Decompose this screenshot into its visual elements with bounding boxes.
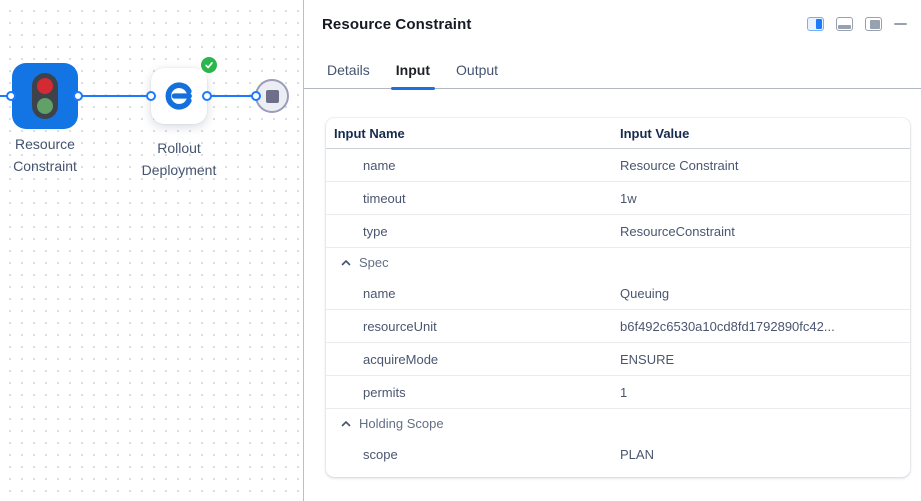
group-label: Holding Scope — [359, 416, 444, 431]
input-value-cell: Queuing — [620, 286, 910, 301]
rollout-icon — [164, 81, 194, 111]
input-name-cell: timeout — [326, 191, 620, 206]
table-row: permits1 — [326, 376, 910, 409]
minimize-button[interactable] — [894, 23, 907, 26]
traffic-light-green — [37, 98, 53, 114]
layout-split-right-button[interactable] — [807, 17, 824, 31]
layout-modal-button[interactable] — [865, 17, 882, 31]
input-name-cell: resourceUnit — [326, 319, 620, 334]
input-table-body: nameResource Constrainttimeout1wtypeReso… — [326, 149, 910, 471]
input-value-cell: b6f492c6530a10cd8fd1792890fc42... — [620, 319, 910, 334]
table-header-row: Input Name Input Value — [326, 118, 910, 149]
node-label-rollout-deployment: Rollout Deployment — [131, 137, 227, 181]
input-table: Input Name Input Value nameResource Cons… — [326, 118, 910, 477]
table-row: scopePLAN — [326, 438, 910, 471]
table-group-row[interactable]: Spec — [326, 248, 910, 277]
input-value-cell: 1 — [620, 385, 910, 400]
table-row: nameResource Constraint — [326, 149, 910, 182]
column-input-name: Input Name — [326, 126, 620, 141]
success-check-icon — [199, 55, 219, 75]
workflow-canvas[interactable]: Resource Constraint Rollout Deployment — [0, 0, 303, 501]
node-resource-constraint[interactable] — [12, 63, 78, 129]
tab-output[interactable]: Output — [456, 62, 498, 88]
window-controls — [807, 17, 907, 31]
input-value-cell: Resource Constraint — [620, 158, 910, 173]
input-name-cell: scope — [326, 447, 620, 462]
node-rollout-deployment[interactable] — [151, 68, 207, 124]
layout-bottom-button[interactable] — [836, 17, 853, 31]
input-name-cell: acquireMode — [326, 352, 620, 367]
connector-dot[interactable] — [6, 91, 16, 101]
connector-dot[interactable] — [146, 91, 156, 101]
workflow-editor-screen: Resource Constraint Rollout Deployment R… — [0, 0, 921, 501]
table-row: acquireModeENSURE — [326, 343, 910, 376]
tab-input[interactable]: Input — [396, 62, 430, 88]
connector-dot[interactable] — [251, 91, 261, 101]
input-name-cell: name — [326, 158, 620, 173]
traffic-light-red — [37, 78, 53, 94]
table-row: timeout1w — [326, 182, 910, 215]
tab-details[interactable]: Details — [327, 62, 370, 88]
panel-header: Resource Constraint — [304, 0, 921, 48]
panel-title: Resource Constraint — [322, 16, 471, 33]
tab-bar: Details Input Output — [304, 62, 921, 89]
table-row: typeResourceConstraint — [326, 215, 910, 248]
details-panel: Resource Constraint Details Input Output… — [304, 0, 921, 501]
input-value-cell: 1w — [620, 191, 910, 206]
connector-dot[interactable] — [73, 91, 83, 101]
group-label: Spec — [359, 255, 389, 270]
input-name-cell: permits — [326, 385, 620, 400]
chevron-up-icon[interactable] — [340, 257, 352, 269]
input-value-cell: ResourceConstraint — [620, 224, 910, 239]
panel-divider — [303, 0, 304, 501]
input-value-cell: ENSURE — [620, 352, 910, 367]
tab-content: Input Name Input Value nameResource Cons… — [304, 90, 921, 501]
stop-icon — [266, 90, 279, 103]
table-row: nameQueuing — [326, 277, 910, 310]
input-value-cell: PLAN — [620, 447, 910, 462]
column-input-value: Input Value — [620, 126, 910, 141]
connector-dot[interactable] — [202, 91, 212, 101]
chevron-up-icon[interactable] — [340, 418, 352, 430]
traffic-light-icon — [32, 73, 58, 119]
table-group-row[interactable]: Holding Scope — [326, 409, 910, 438]
input-name-cell: type — [326, 224, 620, 239]
node-label-resource-constraint: Resource Constraint — [0, 133, 93, 177]
input-name-cell: name — [326, 286, 620, 301]
table-row: resourceUnitb6f492c6530a10cd8fd1792890fc… — [326, 310, 910, 343]
